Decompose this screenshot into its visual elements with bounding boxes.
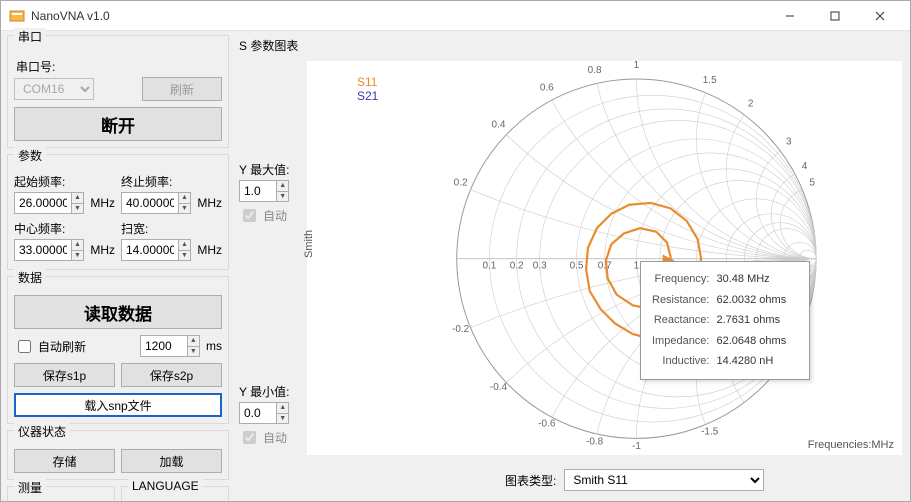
sidebar: 串口 串口号: COM16 刷新 断开 参数 起始频率: <box>1 31 235 501</box>
y-max-control: Y 最大值: ▲▼ 自动 <box>239 161 289 225</box>
svg-text:-0.8: -0.8 <box>586 436 604 447</box>
svg-text:1: 1 <box>634 61 640 71</box>
chart-type-row: 图表类型: Smith S11 <box>505 469 764 491</box>
y-min-auto-check[interactable] <box>243 431 256 444</box>
titlebar: NanoVNA v1.0 <box>1 1 910 31</box>
language-group: LANGUAGE English <box>121 486 229 502</box>
window-buttons <box>767 1 902 31</box>
svg-text:-0.2: -0.2 <box>452 324 470 335</box>
save-s1p-button[interactable]: 保存s1p <box>14 363 115 387</box>
svg-text:5: 5 <box>809 177 815 188</box>
chart-type-label: 图表类型: <box>505 472 556 489</box>
y-max-input[interactable] <box>240 181 276 201</box>
app-icon <box>9 8 25 24</box>
port-label: 串口号: <box>16 58 222 75</box>
svg-text:-1: -1 <box>632 441 641 452</box>
disconnect-button[interactable]: 断开 <box>14 107 222 141</box>
window-title: NanoVNA v1.0 <box>31 9 767 23</box>
device-save-button[interactable]: 存储 <box>14 449 115 473</box>
span-input[interactable] <box>122 240 178 260</box>
stop-freq-input[interactable] <box>122 193 178 213</box>
minimize-button[interactable] <box>767 1 812 31</box>
chart-panel: S 参数图表 Y 最大值: ▲▼ 自动 Y 最小值: ▲▼ 自动 S11 S21… <box>235 31 910 501</box>
interval-unit: ms <box>206 339 222 353</box>
svg-text:0.3: 0.3 <box>533 261 547 272</box>
center-freq-label: 中心频率: <box>14 220 115 237</box>
svg-text:3: 3 <box>786 136 792 147</box>
auto-refresh-checkbox[interactable]: 自动刷新 <box>14 337 86 356</box>
stop-freq-label: 终止频率: <box>121 173 222 190</box>
x-axis-label: Frequencies:MHz <box>808 439 894 451</box>
y-min-spinner[interactable]: ▲▼ <box>276 403 288 423</box>
chart-title: S 参数图表 <box>239 37 298 54</box>
svg-text:0.4: 0.4 <box>492 119 506 130</box>
svg-text:0.7: 0.7 <box>598 261 612 272</box>
maximize-button[interactable] <box>812 1 857 31</box>
start-freq-label: 起始频率: <box>14 173 115 190</box>
data-legend: 数据 <box>14 269 46 286</box>
svg-text:1: 1 <box>634 261 640 272</box>
chart-type-select[interactable]: Smith S11 <box>564 469 764 491</box>
start-freq-spinner[interactable]: ▲▼ <box>71 193 84 213</box>
y-min-control: Y 最小值: ▲▼ 自动 <box>239 383 289 447</box>
marker-tooltip: Frequency:30.48 MHz Resistance:62.0032 o… <box>640 261 810 380</box>
measure-group: 测量 校准 <box>7 486 115 502</box>
interval-input[interactable] <box>141 336 187 356</box>
svg-text:-0.6: -0.6 <box>538 419 556 430</box>
y-min-input[interactable] <box>240 403 276 423</box>
svg-text:1.5: 1.5 <box>703 75 717 86</box>
span-spinner[interactable]: ▲▼ <box>178 240 191 260</box>
svg-text:0.6: 0.6 <box>540 83 554 94</box>
svg-text:0.8: 0.8 <box>588 65 602 76</box>
refresh-button[interactable]: 刷新 <box>142 77 222 101</box>
params-group: 参数 起始频率: ▲▼ MHz 终止频率: ▲▼ MHz <box>7 154 229 270</box>
svg-text:2: 2 <box>748 98 754 109</box>
y-axis-label: Smith <box>303 230 315 258</box>
y-min-label: Y 最小值: <box>239 383 289 400</box>
chart-area[interactable]: S11 S21 0.10.20.30.50.711.3234510200.20.… <box>307 61 902 455</box>
params-legend: 参数 <box>14 147 46 164</box>
y-max-auto-check[interactable] <box>243 209 256 222</box>
close-button[interactable] <box>857 1 902 31</box>
svg-text:4: 4 <box>802 161 808 172</box>
y-max-spinner[interactable]: ▲▼ <box>276 181 288 201</box>
stop-freq-spinner[interactable]: ▲▼ <box>178 193 191 213</box>
svg-text:-0.4: -0.4 <box>490 382 508 393</box>
app-window: NanoVNA v1.0 串口 串口号: COM16 刷新 断开 <box>0 0 911 502</box>
span-label: 扫宽: <box>121 220 222 237</box>
serial-group: 串口 串口号: COM16 刷新 断开 <box>7 35 229 148</box>
center-freq-spinner[interactable]: ▲▼ <box>71 240 84 260</box>
data-group: 数据 读取数据 自动刷新 ▲▼ ms 保存s1p 保存s2p 载入snp文件 <box>7 276 229 424</box>
svg-text:0.5: 0.5 <box>570 261 584 272</box>
measure-legend: 测量 <box>14 479 46 496</box>
serial-legend: 串口 <box>14 28 46 45</box>
interval-spinner[interactable]: ▲▼ <box>187 336 199 356</box>
smith-chart: 0.10.20.30.50.711.3234510200.20.40.60.81… <box>307 61 902 456</box>
svg-text:0.2: 0.2 <box>510 261 524 272</box>
device-load-button[interactable]: 加载 <box>121 449 222 473</box>
device-group: 仪器状态 存储 加载 <box>7 430 229 480</box>
svg-text:-1.5: -1.5 <box>701 426 719 437</box>
svg-text:0.1: 0.1 <box>482 261 496 272</box>
svg-text:0.2: 0.2 <box>454 177 468 188</box>
start-freq-input[interactable] <box>15 193 71 213</box>
load-snp-button[interactable]: 载入snp文件 <box>14 393 222 417</box>
y-max-label: Y 最大值: <box>239 161 289 178</box>
port-select[interactable]: COM16 <box>14 78 94 100</box>
read-data-button[interactable]: 读取数据 <box>14 295 222 329</box>
device-legend: 仪器状态 <box>14 423 70 440</box>
auto-refresh-check[interactable] <box>18 340 31 353</box>
save-s2p-button[interactable]: 保存s2p <box>121 363 222 387</box>
language-legend: LANGUAGE <box>128 479 203 493</box>
unit-mhz: MHz <box>90 196 115 210</box>
center-freq-input[interactable] <box>15 240 71 260</box>
